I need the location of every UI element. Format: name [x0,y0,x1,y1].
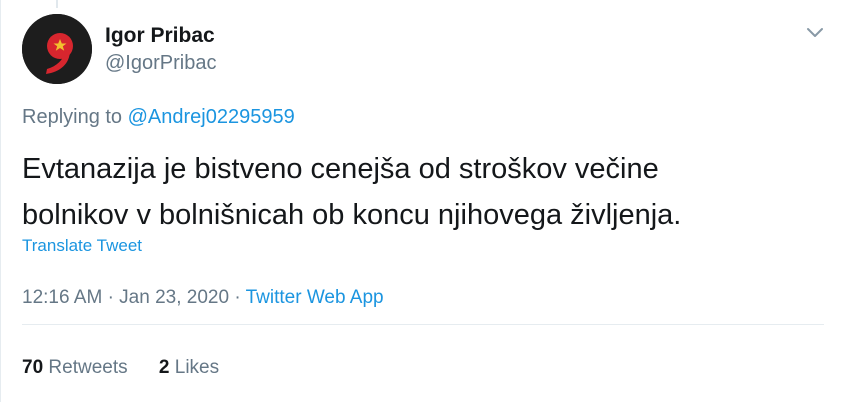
author-handle[interactable]: @IgorPribac [105,50,216,76]
tweet-text: Evtanazija je bistveno cenejša od strošk… [22,146,822,238]
likes-count: 2 [158,357,170,378]
author-display-name[interactable]: Igor Pribac [105,24,216,48]
thread-connector-line [56,0,58,8]
tweet-text-line: bolnikov v bolnišnicah ob koncu njihoveg… [22,199,682,231]
author-block: Igor Pribac @IgorPribac [105,24,216,76]
meta-separator: · [234,287,241,308]
tweet-source-link[interactable]: Twitter Web App [246,287,384,308]
tweet-meta: 12:16 AM · Jan 23, 2020 · Twitter Web Ap… [22,285,384,311]
red-nine-logo-icon [22,14,92,84]
retweets-label: Retweets [48,357,128,378]
tweet-time[interactable]: 12:16 AM [22,287,102,308]
replying-to-prefix: Replying to [22,106,123,128]
replying-to-mention[interactable]: @Andrej02295959 [128,106,295,128]
divider [22,324,824,325]
avatar[interactable] [22,14,92,84]
tweet-stats: 70 Retweets 2 Likes [22,355,219,381]
retweets-stat[interactable]: 70 Retweets [22,357,133,378]
tweet-text-line: Evtanazija je bistveno cenejša od strošk… [22,153,659,185]
meta-separator: · [107,287,114,308]
tweet-card: Igor Pribac @IgorPribac Replying to @And… [0,0,844,402]
likes-stat[interactable]: 2 Likes [159,357,219,378]
tweet-menu-button[interactable] [801,22,829,44]
translate-tweet-link[interactable]: Translate Tweet [22,235,142,257]
tweet-date[interactable]: Jan 23, 2020 [119,287,229,308]
replying-to-line: Replying to @Andrej02295959 [22,104,295,130]
likes-label: Likes [174,357,220,378]
chevron-down-icon [807,28,823,37]
retweets-count: 70 [22,357,44,378]
